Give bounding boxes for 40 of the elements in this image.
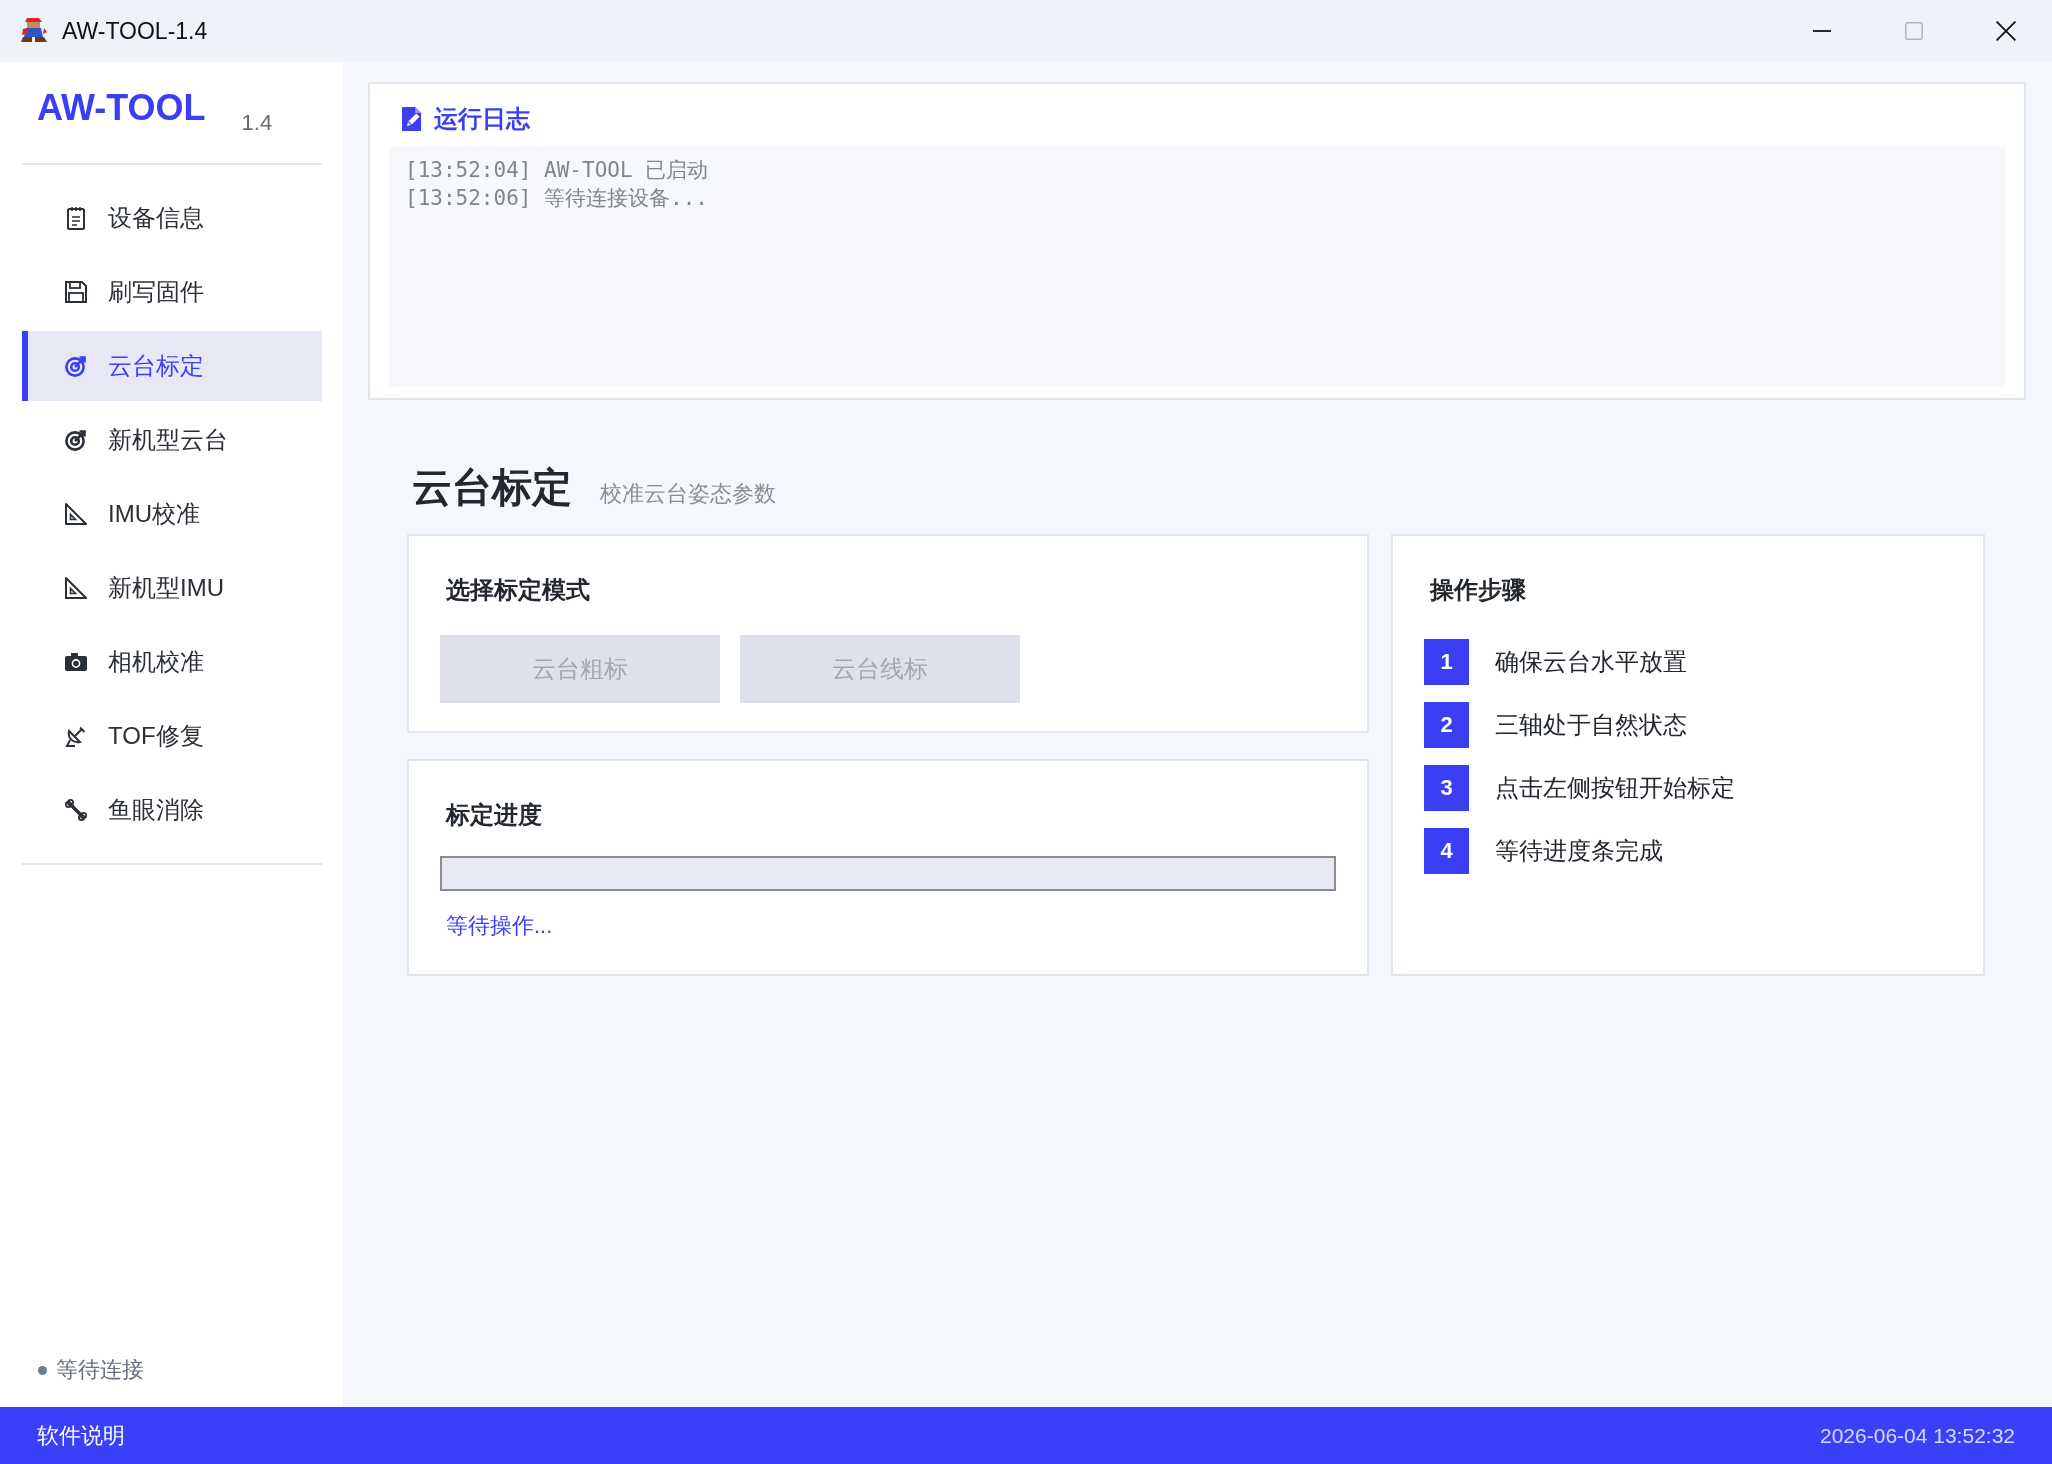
log-line: [13:52:06] 等待连接设备... [405, 185, 708, 212]
camera-icon [64, 650, 88, 674]
satellite-dish-icon [64, 724, 88, 748]
notepad-icon [64, 206, 88, 230]
date-time: 2026-06-04 13:52:32 [1820, 1423, 2015, 1448]
sidebar-item[interactable]: 设备信息 [22, 183, 322, 253]
log-title: 运行日志 [434, 103, 530, 134]
window-title: AW-TOOL-1.4 [62, 17, 208, 45]
sidebar-item[interactable]: TOF修复 [22, 701, 322, 771]
step-number: 4 [1424, 828, 1469, 874]
step-text: 三轴处于自然状态 [1495, 710, 1687, 740]
help-link[interactable]: 软件说明 [37, 1420, 125, 1451]
card-title: 操作步骤 [1428, 575, 1526, 605]
log-line: [13:52:04] AW-TOOL 已启动 [405, 157, 709, 184]
version-label: 1.4 [241, 112, 273, 134]
sidebar-item[interactable]: 鱼眼消除 [22, 775, 322, 845]
page-subtitle: 校准云台姿态参数 [600, 480, 776, 508]
sidebar-item[interactable]: 相机校准 [22, 627, 322, 697]
step-text: 确保云台水平放置 [1495, 647, 1687, 677]
step-text: 点击左侧按钮开始标定 [1495, 773, 1735, 803]
step-number: 1 [1424, 639, 1469, 685]
step-number: 3 [1424, 765, 1469, 811]
card-title: 标定进度 [444, 800, 542, 830]
card-title: 选择标定模式 [445, 575, 590, 605]
status-dot-icon [38, 1365, 47, 1375]
page-title: 云台标定 [412, 464, 572, 510]
step-text: 等待进度条完成 [1495, 836, 1663, 866]
bone-icon [64, 798, 88, 822]
sidebar-item[interactable]: 刷写固件 [22, 257, 322, 327]
connection-status: 等待连接 [56, 1356, 144, 1384]
step-number: 2 [1424, 702, 1469, 748]
triangle-ruler-icon [64, 502, 88, 526]
triangle-ruler-icon [64, 576, 88, 600]
document-edit-icon [400, 105, 424, 132]
progress-status: 等待操作... [445, 912, 553, 940]
sidebar-item[interactable]: 云台标定 [22, 331, 322, 401]
sidebar-item[interactable]: 新机型云台 [22, 405, 322, 475]
sidebar-item[interactable]: IMU校准 [22, 479, 322, 549]
logo-text: AW-TOOL [37, 90, 206, 126]
sidebar-item[interactable]: 新机型IMU [22, 553, 322, 623]
